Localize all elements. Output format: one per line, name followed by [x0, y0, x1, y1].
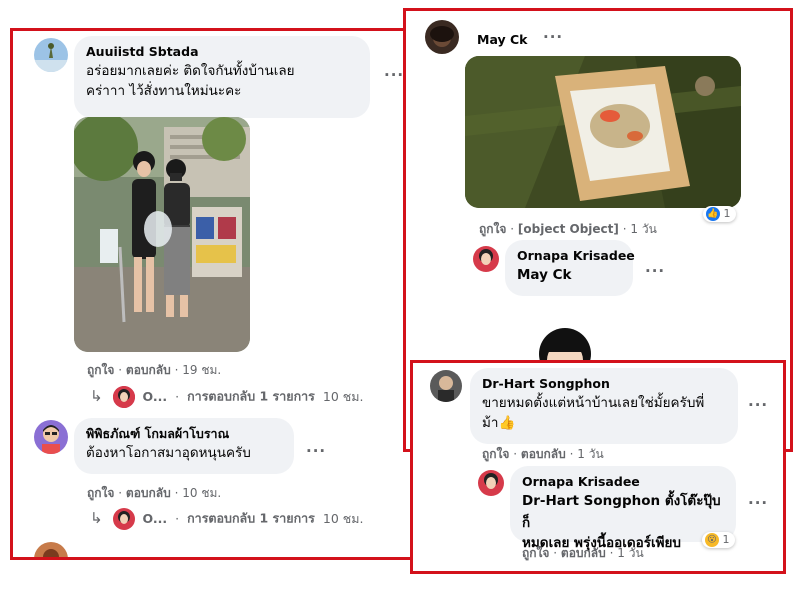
highlight-frame-left — [10, 28, 424, 560]
highlight-frame-right-bottom — [410, 360, 786, 574]
